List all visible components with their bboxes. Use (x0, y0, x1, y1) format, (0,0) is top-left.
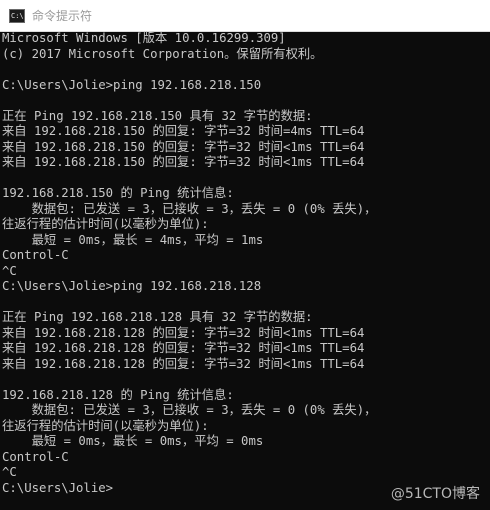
console-line: 来自 192.168.218.150 的回复: 字节=32 时间=4ms TTL… (2, 124, 365, 138)
title-bar[interactable]: C:\ 命令提示符 (0, 0, 490, 32)
console-line: Microsoft Windows [版本 10.0.16299.309] (2, 31, 286, 45)
console-line: 来自 192.168.218.128 的回复: 字节=32 时间<1ms TTL… (2, 325, 365, 340)
console-line: 来自 192.168.218.128 的回复: 字节=32 时间<1ms TTL… (2, 341, 365, 355)
console-line: 数据包: 已发送 = 3，已接收 = 3，丢失 = 0 (0% 丢失)， (2, 403, 377, 417)
command-prompt-window: C:\ 命令提示符 Microsoft Windows [版本 10.0.162… (0, 0, 490, 510)
console-line: Control-C (2, 248, 69, 262)
console-line: C:\Users\Jolie>ping 192.168.218.150 (2, 77, 262, 92)
window-title: 命令提示符 (32, 9, 93, 23)
console-line: 192.168.218.150 的 Ping 统计信息: (2, 186, 234, 200)
console-line: 最短 = 0ms，最长 = 0ms，平均 = 0ms (2, 434, 264, 448)
console-line: ^C (2, 263, 17, 278)
console-line: C:\Users\Jolie>ping 192.168.218.128 (2, 279, 262, 293)
console-line: 正在 Ping 192.168.218.128 具有 32 字节的数据: (2, 310, 313, 324)
console-line: 192.168.218.128 的 Ping 统计信息: (2, 387, 234, 402)
console-line: 数据包: 已发送 = 3，已接收 = 3，丢失 = 0 (0% 丢失)， (2, 201, 377, 216)
console-line: 往返行程的估计时间(以毫秒为单位): (2, 217, 209, 231)
console-line: (c) 2017 Microsoft Corporation。保留所有权利。 (2, 46, 323, 61)
cmd-icon: C:\ (9, 8, 25, 23)
console-line: 来自 192.168.218.150 的回复: 字节=32 时间<1ms TTL… (2, 139, 365, 154)
console-line: 来自 192.168.218.128 的回复: 字节=32 时间<1ms TTL… (2, 356, 365, 371)
console-output[interactable]: Microsoft Windows [版本 10.0.16299.309] (c… (0, 31, 490, 510)
console-line: Control-C (2, 449, 69, 464)
console-line: 正在 Ping 192.168.218.150 具有 32 字节的数据: (2, 108, 313, 123)
console-line: ^C (2, 465, 17, 479)
console-line: 往返行程的估计时间(以毫秒为单位): (2, 418, 209, 433)
console-line: 来自 192.168.218.150 的回复: 字节=32 时间<1ms TTL… (2, 155, 365, 169)
console-line: 最短 = 0ms，最长 = 4ms，平均 = 1ms (2, 232, 264, 247)
watermark: @51CTO博客 (390, 486, 480, 502)
